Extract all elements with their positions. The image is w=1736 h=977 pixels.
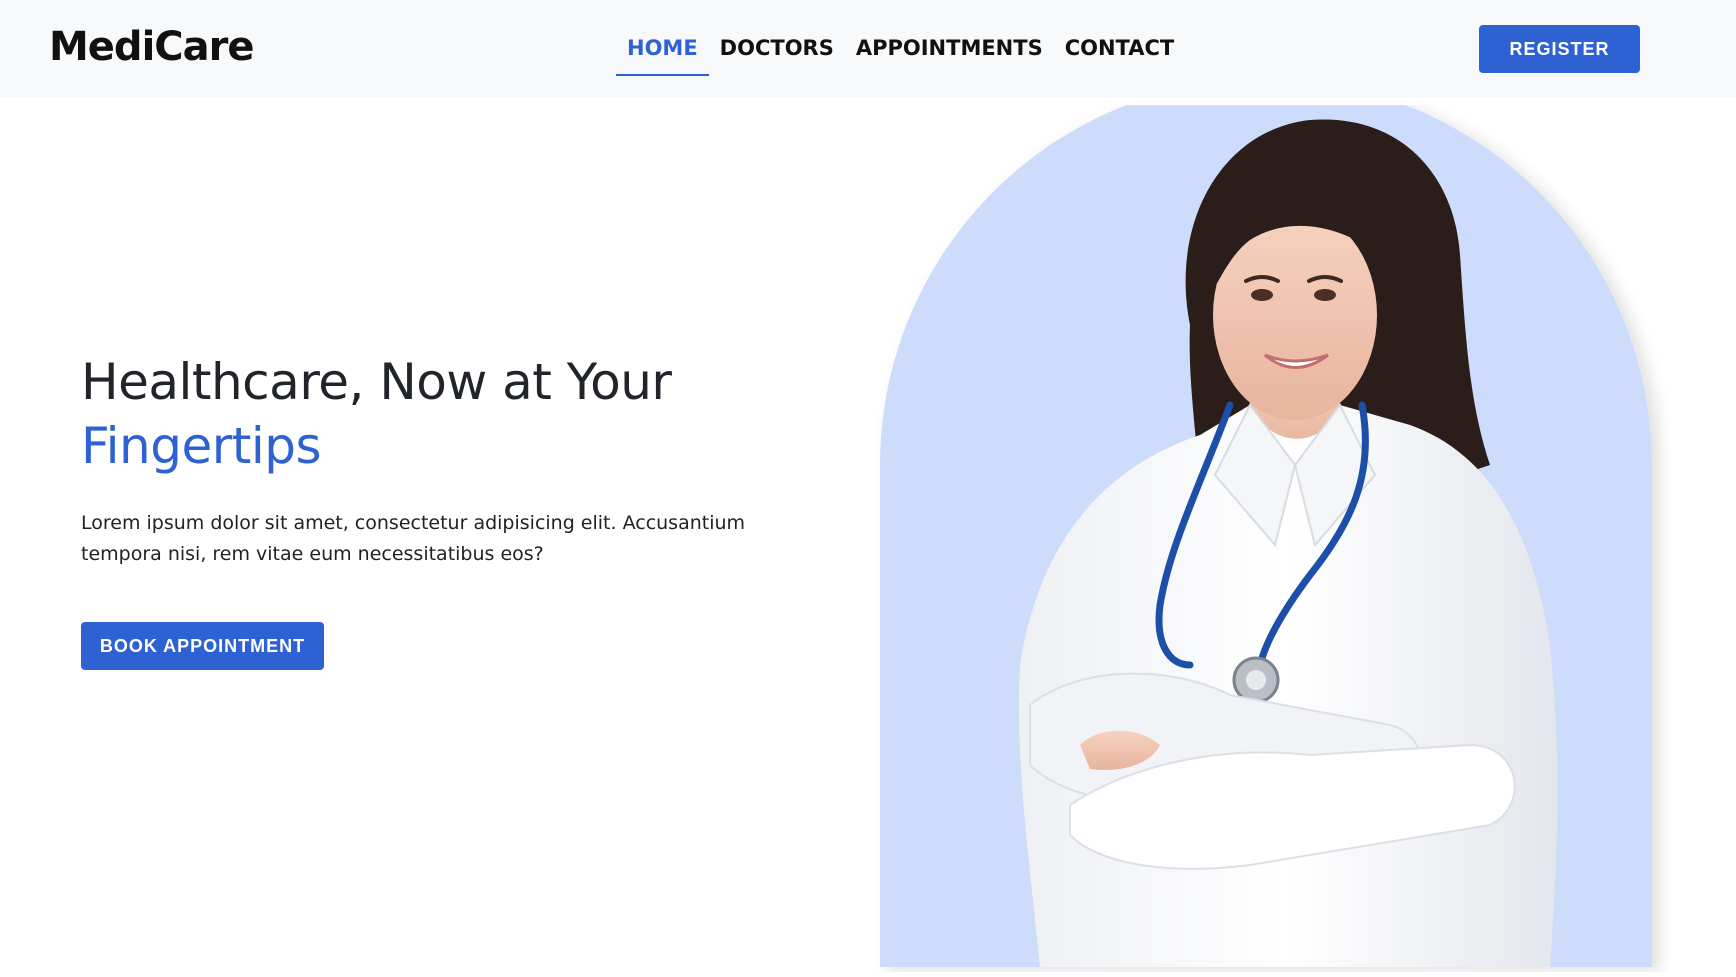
brand-logo[interactable]: MediCare [49,24,254,70]
eye-right [1314,289,1336,301]
eye-left [1251,289,1273,301]
hero-description: Lorem ipsum dolor sit amet, consectetur … [81,512,746,565]
register-button[interactable]: REGISTER [1479,25,1640,73]
hero-title: Healthcare, Now at Your Fingertips [81,350,672,478]
hero-title-accent: Fingertips [81,417,322,475]
book-appointment-button[interactable]: BOOK APPOINTMENT [81,622,324,670]
nav-link-appointments[interactable]: APPOINTMENTS [845,26,1054,76]
hero-image [870,79,1670,972]
main-nav: HOME DOCTORS APPOINTMENTS CONTACT [616,26,1185,76]
navbar: MediCare HOME DOCTORS APPOINTMENTS CONTA… [0,0,1736,97]
doctor-illustration [880,79,1652,967]
nav-link-contact[interactable]: CONTACT [1054,26,1186,76]
nav-link-home[interactable]: HOME [616,26,709,76]
nav-link-doctors[interactable]: DOCTORS [709,26,845,76]
hero-title-line1: Healthcare, Now at Your [81,353,672,411]
